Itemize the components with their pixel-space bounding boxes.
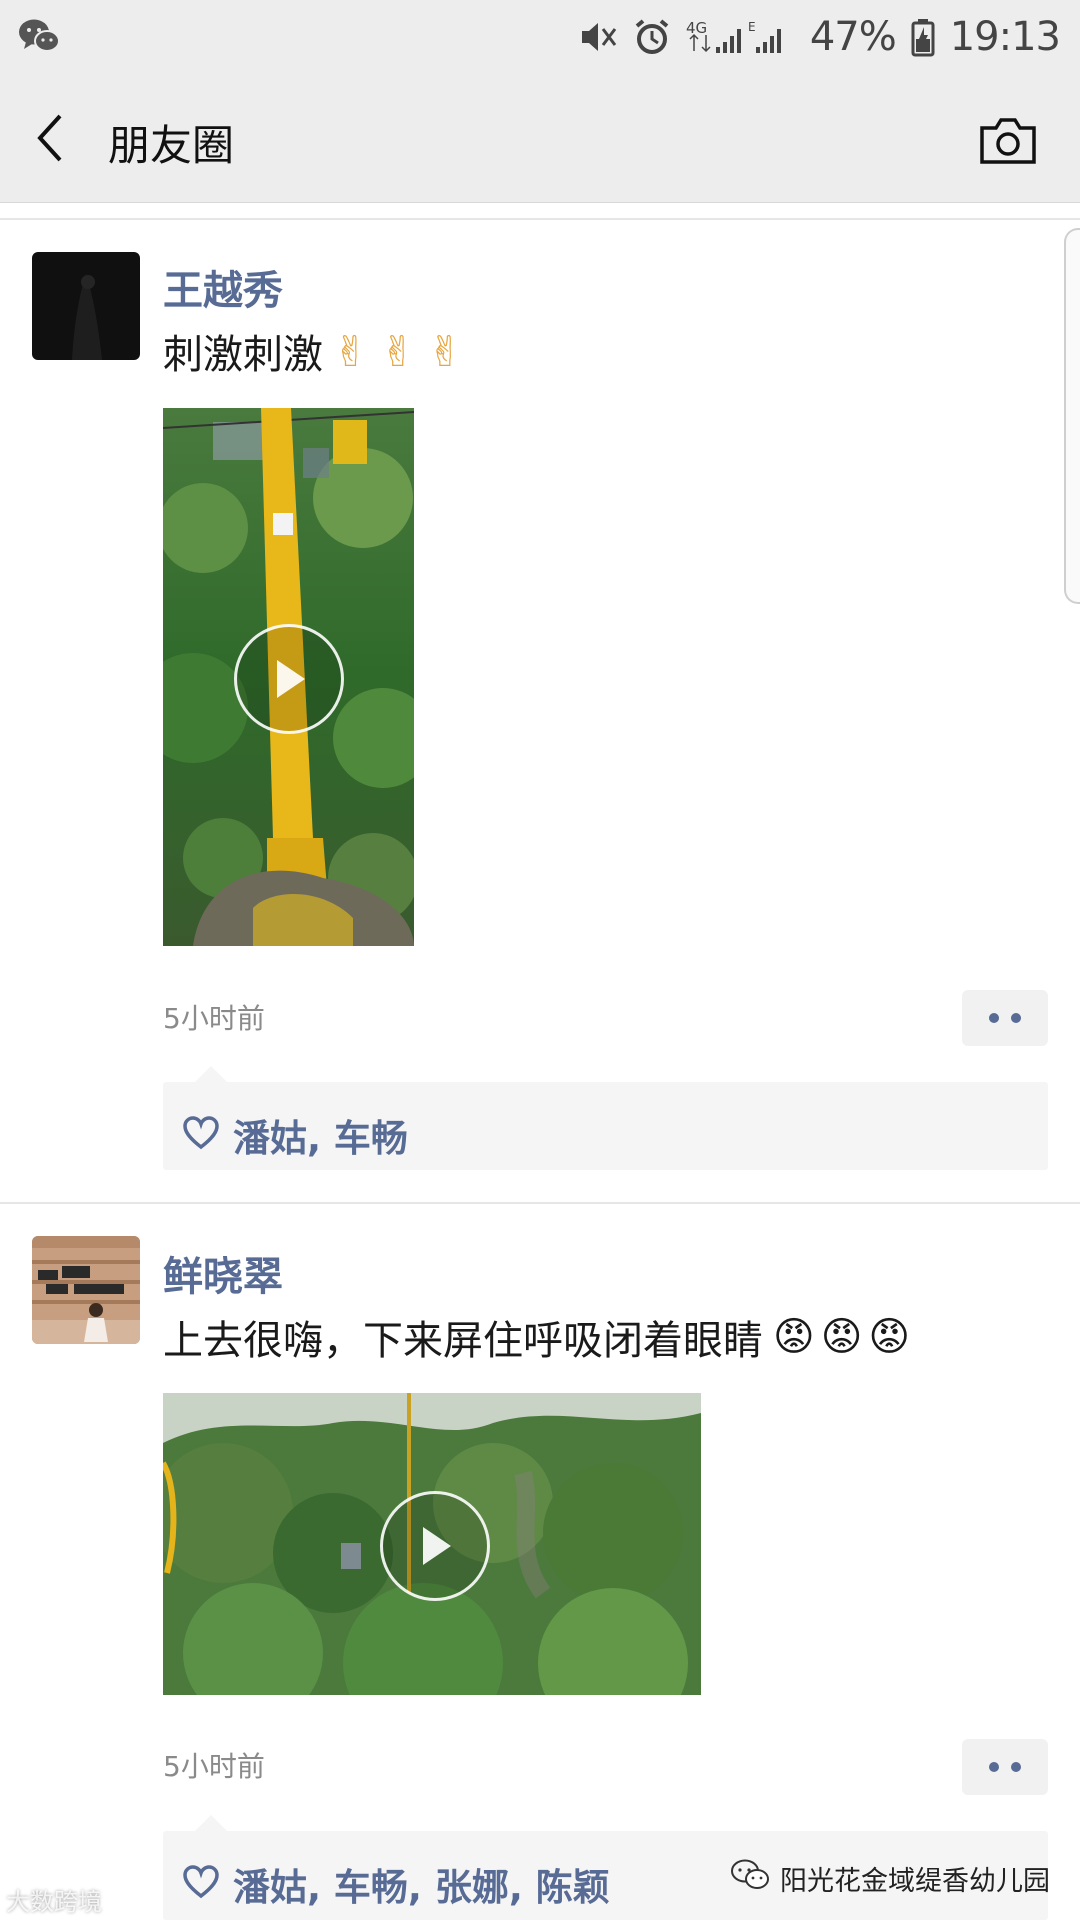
divider xyxy=(0,1202,1080,1204)
post-text: 上去很嗨，下来屏住呼吸闭着眼睛 😡😡😡 xyxy=(163,1308,916,1366)
watermark-left: 大数跨境 xyxy=(6,1882,102,1917)
watermark-right: 阳光花金域缇香幼儿园 xyxy=(730,1858,1050,1899)
back-arrow-icon[interactable] xyxy=(30,110,80,166)
dot-icon xyxy=(989,1762,999,1772)
likes-notch xyxy=(195,1066,227,1082)
status-bar: 4G E 47% 19:13 xyxy=(0,0,1080,74)
camera-icon[interactable] xyxy=(978,116,1038,166)
battery-percent: 47% xyxy=(809,14,897,60)
video-thumbnail[interactable] xyxy=(163,1393,701,1695)
avatar[interactable] xyxy=(32,1236,140,1344)
likes-notch xyxy=(195,1815,227,1831)
divider xyxy=(0,218,1080,220)
post-text-body: 上去很嗨，下来屏住呼吸闭着眼睛 xyxy=(163,1318,763,1364)
victory-hand-icon: ✌✌✌ xyxy=(333,326,475,376)
dot-icon xyxy=(1011,1013,1021,1023)
timestamp: 5小时前 xyxy=(163,1750,265,1783)
play-icon[interactable] xyxy=(380,1491,490,1601)
video-thumbnail[interactable] xyxy=(163,408,414,946)
timestamp: 5小时前 xyxy=(163,1002,265,1035)
likes-names[interactable]: 潘姑, 车畅 xyxy=(233,1108,408,1162)
heart-icon xyxy=(183,1865,219,1903)
svg-text:E: E xyxy=(748,20,756,34)
post-text: 刺激刺激 ✌✌✌ xyxy=(163,322,475,380)
likes-names[interactable]: 潘姑, 车畅, 张娜, 陈颖 xyxy=(233,1857,610,1911)
more-options-button[interactable] xyxy=(962,990,1048,1046)
clock: 19:13 xyxy=(949,14,1061,60)
svg-text:4G: 4G xyxy=(686,19,707,37)
heart-icon xyxy=(183,1116,219,1154)
post-author[interactable]: 王越秀 xyxy=(163,258,283,316)
wechat-icon xyxy=(730,1858,770,1899)
angry-face-icon: 😡😡😡 xyxy=(773,1314,917,1360)
more-options-button[interactable] xyxy=(962,1739,1048,1795)
wechat-icon xyxy=(18,16,60,56)
scroll-handle[interactable] xyxy=(1064,228,1080,604)
page-title: 朋友圈 xyxy=(108,121,235,170)
nav-bar: 朋友圈 xyxy=(0,74,1080,203)
play-icon[interactable] xyxy=(234,624,344,734)
signal-icon: 4G E xyxy=(686,17,796,57)
post-author[interactable]: 鲜晓翠 xyxy=(163,1244,283,1302)
avatar[interactable] xyxy=(32,252,140,360)
mute-icon xyxy=(578,17,618,57)
watermark-left-text: 大数跨境 xyxy=(6,1888,102,1916)
alarm-icon xyxy=(632,17,672,57)
likes-box: 潘姑, 车畅 xyxy=(163,1066,1048,1170)
dot-icon xyxy=(989,1013,999,1023)
post-text-body: 刺激刺激 xyxy=(163,332,323,378)
dot-icon xyxy=(1011,1762,1021,1772)
battery-icon xyxy=(910,17,936,57)
watermark-right-text: 阳光花金域缇香幼儿园 xyxy=(780,1866,1050,1897)
